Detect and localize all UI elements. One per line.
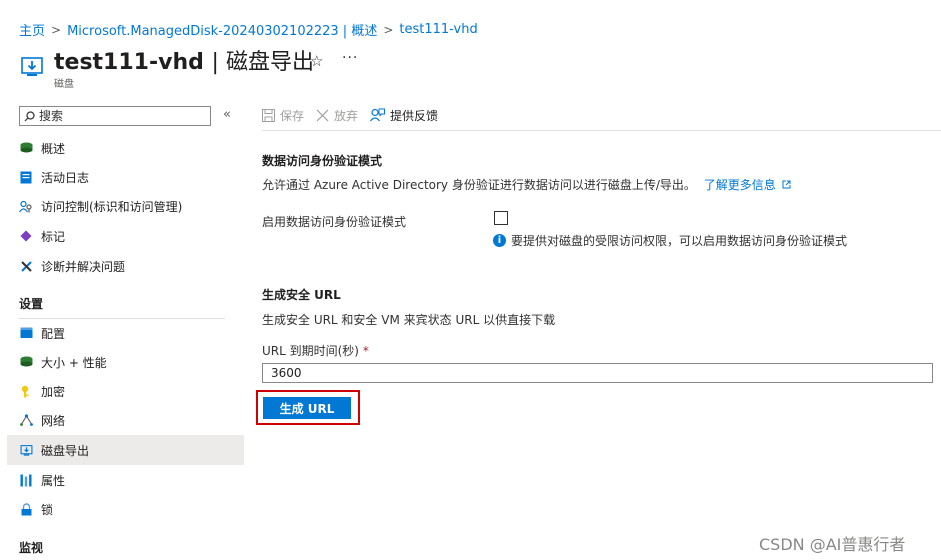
activity-log-icon bbox=[19, 170, 33, 184]
disk-export-icon bbox=[21, 57, 43, 76]
feedback-icon bbox=[370, 108, 386, 122]
key-icon bbox=[19, 384, 33, 398]
sidebar-search[interactable] bbox=[19, 106, 211, 126]
sidebar-item-label: 诊断并解决问题 bbox=[41, 259, 126, 274]
sidebar-item-label: 配置 bbox=[41, 326, 66, 341]
discard-button[interactable]: 放弃 bbox=[316, 107, 358, 124]
sidebar-item-encryption[interactable]: 加密 bbox=[7, 376, 244, 406]
search-icon bbox=[24, 110, 35, 121]
disk-export-icon bbox=[19, 443, 33, 457]
iam-icon bbox=[19, 199, 33, 213]
auth-mode-heading: 数据访问身份验证模式 bbox=[262, 154, 383, 168]
url-expiry-label: URL 到期时间(秒) * bbox=[262, 342, 369, 359]
collapse-sidebar-icon[interactable]: « bbox=[223, 107, 231, 122]
sidebar-item-label: 锁 bbox=[41, 502, 54, 517]
more-icon[interactable]: ··· bbox=[342, 50, 358, 66]
sidebar-item-label: 网络 bbox=[41, 413, 66, 428]
pin-icon[interactable]: ☆ bbox=[310, 52, 323, 70]
sidebar-item-overview[interactable]: 概述 bbox=[7, 133, 244, 163]
sidebar-item-label: 标记 bbox=[41, 229, 66, 244]
save-button[interactable]: 保存 bbox=[262, 107, 304, 124]
auth-mode-info-text: 要提供对磁盘的受限访问权限，可以启用数据访问身份验证模式 bbox=[511, 234, 848, 248]
breadcrumb-disk[interactable]: Microsoft.ManagedDisk-20240302102223 | 概… bbox=[67, 20, 377, 39]
sidebar-item-label: 活动日志 bbox=[41, 170, 90, 185]
sidebar-item-configuration[interactable]: 配置 bbox=[7, 318, 244, 348]
secure-url-heading: 生成安全 URL bbox=[262, 288, 341, 302]
auth-mode-description-text: 允许通过 Azure Active Directory 身份验证进行数据访问以进… bbox=[262, 178, 696, 192]
feedback-label: 提供反馈 bbox=[390, 108, 439, 123]
info-icon: i bbox=[493, 234, 506, 247]
sidebar-item-label: 属性 bbox=[41, 473, 66, 488]
sidebar-item-label: 概述 bbox=[41, 141, 66, 156]
breadcrumb: 主页 > Microsoft.ManagedDisk-2024030210222… bbox=[19, 20, 478, 39]
highlight-box bbox=[256, 390, 360, 425]
command-bar-divider bbox=[262, 130, 941, 131]
feedback-button[interactable]: 提供反馈 bbox=[370, 107, 438, 124]
discard-label: 放弃 bbox=[334, 108, 359, 123]
sidebar-item-access-control[interactable]: 访问控制(标识和访问管理) bbox=[7, 191, 244, 221]
title-divider: | bbox=[211, 50, 226, 75]
sidebar-item-label: 加密 bbox=[41, 384, 66, 399]
breadcrumb-separator: > bbox=[383, 22, 394, 37]
sidebar-item-label: 大小 + 性能 bbox=[41, 355, 107, 370]
sidebar-item-size-performance[interactable]: 大小 + 性能 bbox=[7, 347, 244, 377]
required-mark: * bbox=[362, 344, 369, 358]
lock-icon bbox=[19, 502, 33, 516]
learn-more-link[interactable]: 了解更多信息 bbox=[704, 178, 791, 192]
sidebar-item-activity-log[interactable]: 活动日志 bbox=[7, 162, 244, 192]
auth-mode-checkbox-label: 启用数据访问身份验证模式 bbox=[262, 215, 407, 229]
secure-url-description: 生成安全 URL 和安全 VM 来宾状态 URL 以供直接下载 bbox=[262, 313, 556, 327]
breadcrumb-home[interactable]: 主页 bbox=[19, 20, 45, 39]
url-expiry-input[interactable] bbox=[262, 363, 933, 383]
learn-more-label: 了解更多信息 bbox=[703, 178, 776, 192]
watermark: CSDN @AI普惠行者 bbox=[759, 535, 906, 554]
sidebar-item-networking[interactable]: 网络 bbox=[7, 405, 244, 435]
network-icon bbox=[19, 413, 33, 427]
sidebar-item-diagnose[interactable]: 诊断并解决问题 bbox=[7, 251, 244, 281]
resource-name: test111-vhd bbox=[54, 50, 204, 75]
sidebar-item-label: 磁盘导出 bbox=[41, 443, 90, 458]
breadcrumb-separator: > bbox=[51, 22, 62, 37]
resource-type: 磁盘 bbox=[54, 79, 74, 90]
settings-section-header: 设置 bbox=[19, 297, 44, 311]
sidebar-item-disk-export[interactable]: 磁盘导出 bbox=[7, 435, 244, 465]
disk-icon bbox=[19, 141, 33, 155]
command-bar: 保存 放弃 提供反馈 bbox=[262, 100, 450, 130]
save-label: 保存 bbox=[280, 108, 305, 123]
search-input[interactable] bbox=[35, 109, 199, 123]
properties-icon bbox=[19, 473, 33, 487]
sidebar-item-tags[interactable]: 标记 bbox=[7, 221, 244, 251]
sidebar-item-properties[interactable]: 属性 bbox=[7, 465, 244, 495]
save-icon bbox=[262, 108, 275, 122]
tag-icon bbox=[19, 229, 33, 243]
breadcrumb-current[interactable]: test111-vhd bbox=[399, 22, 477, 37]
monitoring-section-header: 监视 bbox=[19, 541, 44, 555]
configuration-icon bbox=[19, 326, 33, 340]
sidebar-item-locks[interactable]: 锁 bbox=[7, 494, 244, 524]
external-link-icon bbox=[782, 180, 791, 189]
section-name: 磁盘导出 bbox=[225, 50, 314, 75]
close-icon bbox=[316, 109, 329, 121]
auth-mode-description: 允许通过 Azure Active Directory 身份验证进行数据访问以进… bbox=[262, 176, 791, 193]
disk-icon bbox=[19, 355, 33, 369]
auth-mode-checkbox[interactable] bbox=[494, 211, 508, 225]
wrench-icon bbox=[19, 259, 33, 273]
sidebar-item-label: 访问控制(标识和访问管理) bbox=[41, 199, 183, 214]
page-title: test111-vhd | 磁盘导出 bbox=[54, 44, 314, 76]
url-expiry-label-text: URL 到期时间(秒) bbox=[262, 344, 359, 358]
